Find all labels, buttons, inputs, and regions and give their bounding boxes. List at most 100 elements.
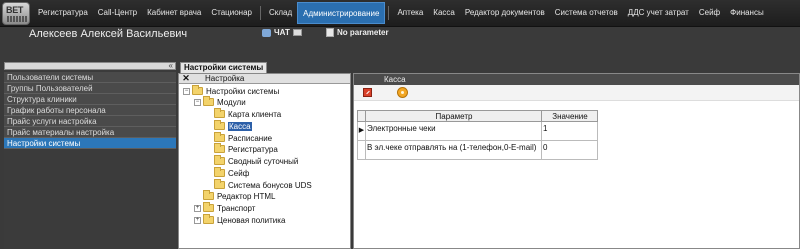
tree-node-daily-summary[interactable]: Сводный суточный	[214, 155, 299, 166]
chat-label: ЧАТ	[274, 28, 290, 37]
nav-dds[interactable]: ДДС учет затрат	[623, 2, 694, 24]
param-cell[interactable]: В эл.чеке отправлять на (1-телефон,0-E-m…	[365, 140, 542, 160]
tree-node-label: Касса	[228, 121, 252, 131]
tree-node-label: Редактор HTML	[217, 191, 276, 201]
nav-call-center[interactable]: Call-Центр	[93, 2, 142, 24]
tree-node-label: Карта клиента	[228, 109, 282, 119]
chat-button[interactable]: ЧАТ	[262, 28, 302, 37]
collapse-toggle-icon[interactable]: −	[183, 87, 190, 95]
collapse-toggle-icon[interactable]: −	[194, 98, 201, 106]
tree-node-label: Сейф	[228, 168, 250, 178]
folder-icon	[214, 155, 225, 165]
sidebar-item-price-services[interactable]: Прайс услуги настройка	[4, 116, 176, 127]
table-row[interactable]: В эл.чеке отправлять на (1-телефон,0-E-m…	[357, 140, 598, 160]
tree-node-registry[interactable]: Регистратура	[214, 143, 278, 154]
parameters-table: Параметр Значение ▶ Электронные чеки 1 В…	[357, 110, 598, 160]
logo-text: BET	[6, 5, 24, 15]
tree-node-label: Ценовая политика	[217, 215, 286, 225]
expand-toggle-icon[interactable]: +	[194, 216, 201, 224]
row-indicator-header	[357, 110, 366, 122]
mail-icon	[292, 29, 302, 36]
nav-safe[interactable]: Сейф	[694, 2, 725, 24]
nav-reports[interactable]: Система отчетов	[550, 2, 623, 24]
nav-cash[interactable]: Касса	[428, 2, 460, 24]
tree-node-schedule[interactable]: Расписание	[214, 132, 273, 143]
folder-icon	[192, 85, 203, 95]
sidebar-item-users[interactable]: Пользователи системы	[4, 72, 176, 83]
tree-node-client-card[interactable]: Карта клиента	[214, 108, 282, 119]
tree-node-label: Настройки системы	[206, 86, 280, 96]
row-indicator	[357, 140, 366, 160]
nav-pharmacy[interactable]: Аптека	[392, 2, 428, 24]
tree-node-label: Модули	[217, 97, 246, 107]
tree-node-pricing-policy[interactable]: + Ценовая политика	[194, 214, 286, 225]
close-icon[interactable]: ✕	[179, 73, 193, 84]
tab-system-settings[interactable]: Настройки системы	[180, 62, 268, 73]
top-nav-bar: BET Регистратура Call-Центр Кабинет врач…	[0, 0, 800, 27]
folder-icon	[203, 202, 214, 212]
nav-registratura[interactable]: Регистратура	[33, 2, 93, 24]
tree-node-label: Расписание	[228, 133, 273, 143]
admin-sidebar: « Пользователи системы Группы Пользовате…	[4, 61, 176, 249]
sidebar-item-user-groups[interactable]: Группы Пользователей	[4, 83, 176, 94]
folder-icon	[214, 108, 225, 118]
expand-toggle-icon[interactable]: +	[194, 204, 201, 212]
folder-icon	[203, 190, 214, 200]
value-cell[interactable]: 1	[541, 121, 598, 141]
folder-icon	[203, 96, 214, 106]
tree-node-label: Сводный суточный	[228, 156, 299, 166]
folder-icon	[214, 179, 225, 189]
sidebar-item-price-materials[interactable]: Прайс материалы настройка	[4, 127, 176, 138]
folder-icon	[214, 132, 225, 142]
settings-tree-panel: ✕ Настройка − Настройки системы − Модули…	[178, 73, 351, 249]
nav-doctor-office[interactable]: Кабинет врача	[142, 2, 206, 24]
tree-node-label: Регистратура	[228, 144, 278, 154]
folder-icon	[203, 214, 214, 224]
sidebar-item-system-settings[interactable]: Настройки системы	[4, 138, 176, 149]
app-logo[interactable]: BET	[2, 2, 30, 25]
folder-icon	[214, 167, 225, 177]
nav-separator	[388, 6, 390, 20]
refresh-icon[interactable]	[397, 87, 408, 98]
user-name: Алексеев Алексей Васильевич	[29, 28, 188, 40]
nav-finance[interactable]: Финансы	[725, 2, 769, 24]
table-row[interactable]: ▶ Электронные чеки 1	[357, 121, 598, 141]
main-menu: Регистратура Call-Центр Кабинет врача Ст…	[33, 2, 769, 24]
tree-node-bonus-system[interactable]: Система бонусов UDS	[214, 179, 312, 190]
kassa-settings-panel: Касса Параметр Значение ▶ Электронные че…	[353, 73, 800, 249]
sidebar-list: Пользователи системы Группы Пользователе…	[4, 72, 176, 149]
sidebar-item-staff-schedule[interactable]: График работы персонала	[4, 105, 176, 116]
tree-panel-title: Настройка	[205, 74, 245, 83]
tree-node-label: Система бонусов UDS	[228, 180, 312, 190]
sidebar-item-clinic-structure[interactable]: Структура клиники	[4, 94, 176, 105]
folder-icon	[214, 143, 225, 153]
tree-panel-header: ✕ Настройка	[179, 73, 350, 84]
tree-node-transport[interactable]: + Транспорт	[194, 202, 255, 213]
column-header-value[interactable]: Значение	[541, 110, 598, 122]
edit-icon[interactable]	[363, 88, 372, 97]
nav-doc-editor[interactable]: Редактор документов	[460, 2, 550, 24]
tree-node-modules[interactable]: − Модули	[194, 96, 246, 107]
collapse-icon[interactable]: «	[169, 61, 173, 70]
no-parameter-label: No parameter	[337, 28, 389, 37]
tree-node-html-editor[interactable]: Редактор HTML	[203, 190, 276, 201]
panel-title: Касса	[354, 74, 799, 85]
column-header-param[interactable]: Параметр	[365, 110, 542, 122]
nav-hospital[interactable]: Стационар	[206, 2, 257, 24]
tree-node-root[interactable]: − Настройки системы	[183, 85, 280, 96]
document-icon	[326, 28, 334, 37]
panel-toolbar	[354, 85, 799, 101]
chat-icon	[262, 28, 271, 37]
sidebar-header: «	[4, 61, 176, 70]
toolbar-spacer	[0, 44, 800, 62]
value-cell[interactable]: 0	[541, 140, 598, 160]
no-parameter-indicator[interactable]: No parameter	[326, 28, 389, 37]
folder-icon	[214, 120, 225, 130]
logo-barcode-icon	[7, 16, 27, 22]
nav-warehouse[interactable]: Склад	[264, 2, 297, 24]
tree-node-safe[interactable]: Сейф	[214, 167, 250, 178]
param-cell[interactable]: Электронные чеки	[365, 121, 542, 141]
tree-node-kassa[interactable]: Касса	[214, 120, 252, 131]
nav-administration[interactable]: Администрирование	[297, 2, 386, 24]
user-row: Алексеев Алексей Васильевич ЧАТ No param…	[0, 27, 800, 44]
